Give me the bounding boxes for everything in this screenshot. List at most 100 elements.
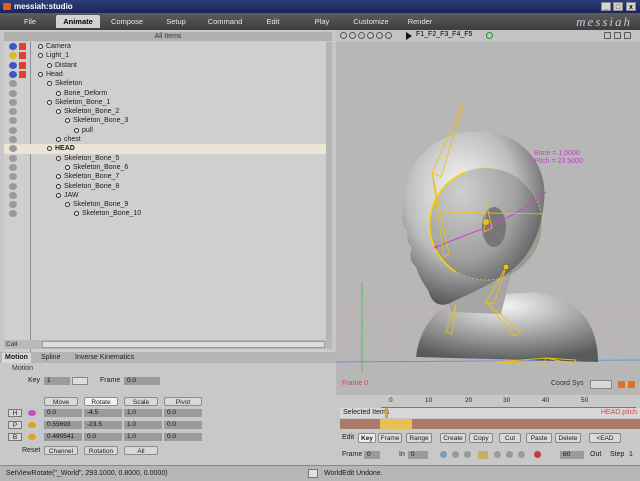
reset-rotation-button[interactable]: Rotation	[84, 446, 118, 455]
tree-row[interactable]: Skeleton_Bone_9	[4, 200, 326, 209]
bone-settings-icon[interactable]	[9, 108, 17, 116]
expand-toggle-icon[interactable]	[74, 211, 79, 217]
rotate-b-field[interactable]: 0.0	[84, 433, 122, 441]
lock-icon[interactable]	[19, 117, 26, 124]
coord-sys-select[interactable]	[590, 380, 612, 389]
tree-vertical-scrollbar[interactable]	[326, 42, 332, 340]
tree-row[interactable]: Skeleton_Bone_8	[4, 182, 326, 191]
expand-toggle-icon[interactable]	[47, 62, 52, 68]
record-icon[interactable]	[534, 451, 541, 458]
view-fit-icon[interactable]	[376, 32, 383, 39]
tab-customize[interactable]: Customize	[348, 15, 394, 28]
pivot-button[interactable]: Pivot	[164, 397, 202, 406]
stop-icon[interactable]	[478, 451, 488, 459]
tab-file[interactable]: File	[12, 15, 48, 28]
range-button[interactable]: Range	[406, 433, 432, 443]
out-field[interactable]: 60	[560, 451, 584, 459]
lock-icon[interactable]	[19, 90, 26, 97]
b-key-icon[interactable]	[28, 434, 36, 440]
bone-settings-icon[interactable]	[9, 80, 17, 88]
layout-icon[interactable]	[604, 32, 611, 39]
move-p-field[interactable]: 0.55693	[44, 421, 82, 429]
tree-row[interactable]: Light_1	[4, 51, 326, 60]
tree-coll-label[interactable]: Coll	[6, 340, 17, 349]
view-zoom-icon[interactable]	[358, 32, 365, 39]
lock-icon[interactable]	[19, 145, 26, 152]
copy-button[interactable]: Copy	[469, 433, 493, 443]
orange-toggle-icon[interactable]	[618, 381, 625, 388]
bone-settings-icon[interactable]	[9, 210, 17, 218]
forward-icon[interactable]	[518, 451, 525, 458]
tree-row[interactable]: Skeleton_Bone_6	[4, 163, 326, 172]
tab-motion[interactable]: Motion	[2, 353, 31, 363]
cut-button[interactable]: Cut	[499, 433, 521, 443]
tree-row[interactable]: Skeleton_Bone_1	[4, 98, 326, 107]
scale-button[interactable]: Scale	[124, 397, 158, 406]
view-roll-icon[interactable]	[367, 32, 374, 39]
tab-compose[interactable]: Compose	[106, 15, 148, 28]
lock-icon[interactable]	[19, 136, 26, 143]
tree-row[interactable]: Skeleton_Bone_5	[4, 154, 326, 163]
expand-toggle-icon[interactable]	[56, 174, 61, 180]
lock-icon[interactable]	[19, 127, 26, 134]
bone-settings-icon[interactable]	[9, 117, 17, 125]
tab-render[interactable]: Render	[402, 15, 438, 28]
expand-toggle-icon[interactable]	[38, 53, 43, 59]
tab-command[interactable]: Command	[202, 15, 248, 28]
rewind-icon[interactable]	[440, 451, 447, 458]
visibility-icon[interactable]	[9, 70, 17, 78]
rotate-p-field[interactable]: -23.5	[84, 421, 122, 429]
pivot-h-field[interactable]: 0.0	[164, 409, 202, 417]
lock-icon[interactable]	[19, 80, 26, 87]
rotate-h-field[interactable]: -4.5	[84, 409, 122, 417]
p-key-icon[interactable]	[28, 422, 36, 428]
expand-toggle-icon[interactable]	[47, 81, 52, 87]
lock-icon[interactable]	[19, 52, 26, 60]
reverse-play-icon[interactable]	[464, 451, 471, 458]
expand-toggle-icon[interactable]	[38, 44, 43, 49]
bone-settings-icon[interactable]	[9, 163, 17, 171]
step-value[interactable]: 1	[629, 450, 633, 460]
axis-b[interactable]: B	[8, 433, 22, 441]
tree-row[interactable]: Skeleton_Bone_10	[4, 209, 326, 218]
current-frame-marker[interactable]	[385, 408, 388, 418]
close-button[interactable]: x	[626, 2, 636, 11]
lock-icon[interactable]	[19, 43, 26, 50]
tab-setup[interactable]: Setup	[156, 15, 196, 28]
bone-settings-icon[interactable]	[9, 89, 17, 97]
pivot-p-field[interactable]: 0.0	[164, 421, 202, 429]
3d-viewport[interactable]: F1_F2_F3_F4_F5 Bone = 1.0000 Pitch = 23.…	[336, 30, 640, 395]
play-forward-icon[interactable]	[494, 451, 501, 458]
tree-row[interactable]: Bone_Deform	[4, 89, 326, 98]
lock-icon[interactable]	[19, 192, 26, 199]
tab-play[interactable]: Play	[306, 15, 338, 28]
coord-sys-label[interactable]: Coord Sys	[551, 380, 584, 387]
key-track[interactable]	[340, 419, 640, 429]
tree-row[interactable]: Skeleton_Bone_3	[4, 116, 326, 125]
lock-icon[interactable]	[19, 155, 26, 162]
expand-toggle-icon[interactable]	[47, 146, 52, 152]
scale-h-field[interactable]: 1.0	[124, 409, 162, 417]
tree-row[interactable]: Head	[4, 70, 326, 79]
expand-toggle-icon[interactable]	[38, 71, 43, 77]
visibility-icon[interactable]	[9, 43, 17, 50]
lock-icon[interactable]	[19, 70, 26, 78]
view-settings-icon[interactable]	[385, 32, 392, 39]
expand-toggle-icon[interactable]	[56, 155, 61, 161]
minimize-button[interactable]: _	[601, 2, 611, 11]
refresh-icon[interactable]	[486, 32, 493, 39]
tree-row[interactable]: Skeleton	[4, 79, 326, 88]
tree-row[interactable]: Skeleton_Bone_2	[4, 107, 326, 116]
lock-icon[interactable]	[19, 210, 26, 217]
move-h-field[interactable]: 0.0	[44, 409, 82, 417]
motion-frame-field[interactable]: 0.0	[124, 377, 160, 385]
item-select-button[interactable]: <EAD	[589, 433, 621, 443]
pitch-handle[interactable]	[434, 245, 438, 249]
tab-spline[interactable]: Spline	[38, 353, 63, 363]
bone-settings-icon[interactable]	[9, 98, 17, 106]
axis-h[interactable]: H	[8, 409, 22, 417]
expand-toggle-icon[interactable]	[56, 137, 61, 142]
axis-p[interactable]: P	[8, 421, 22, 429]
move-button[interactable]: Move	[44, 397, 78, 406]
paste-button[interactable]: Paste	[526, 433, 552, 443]
